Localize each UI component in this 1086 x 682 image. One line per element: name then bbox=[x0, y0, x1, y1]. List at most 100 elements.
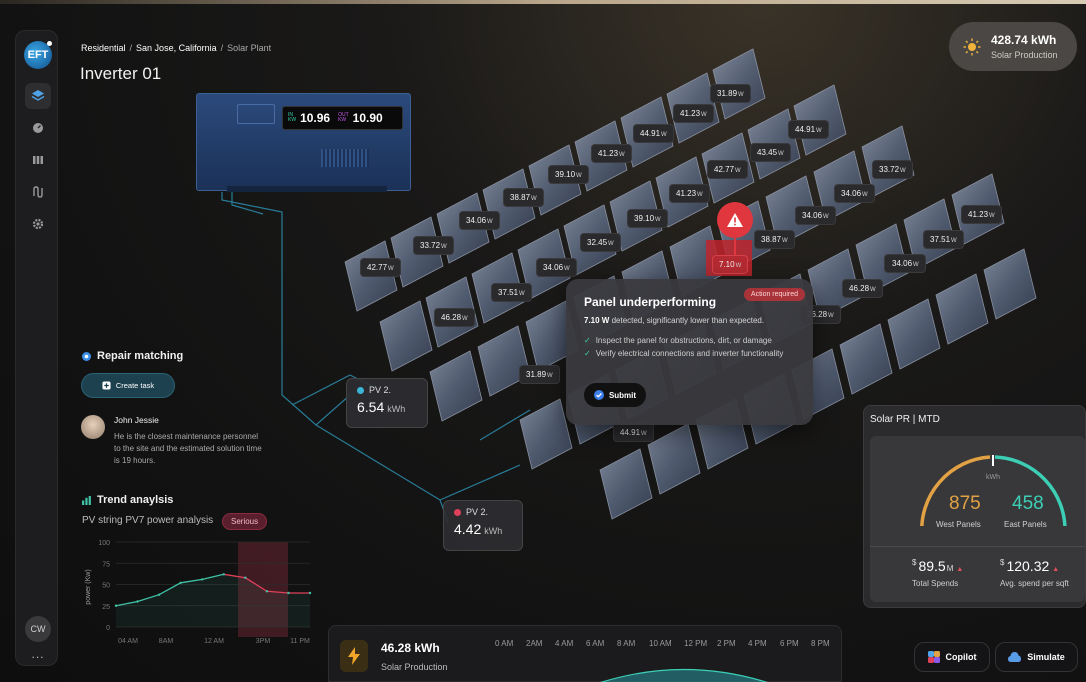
panel-watt-label[interactable]: 34.06W bbox=[795, 206, 836, 225]
x-tick-label: 3PM bbox=[256, 638, 271, 645]
panel-watt-label[interactable]: 34.06W bbox=[536, 258, 577, 277]
pv-value: 6.54 bbox=[357, 399, 385, 415]
panel-watt-label[interactable]: 42.77W bbox=[707, 160, 748, 179]
panel-watt-label[interactable]: 37.51W bbox=[923, 230, 964, 249]
panel-watt-label[interactable]: 37.51W bbox=[491, 283, 532, 302]
panel-watt-label[interactable]: 44.91W bbox=[633, 124, 674, 143]
solar-panel[interactable] bbox=[887, 298, 941, 370]
solar-panel[interactable] bbox=[983, 248, 1037, 320]
serious-badge: Serious bbox=[222, 513, 268, 530]
panel-watt-label[interactable]: 34.06W bbox=[459, 211, 500, 230]
panel-watt-label[interactable]: 33.72W bbox=[872, 160, 913, 179]
check-circle-icon bbox=[593, 390, 604, 400]
hour-tick-label: 6 PM bbox=[780, 639, 799, 648]
pv-string-card[interactable]: PV 2. 4.42 kWh bbox=[443, 500, 523, 551]
technician-avatar bbox=[81, 415, 105, 439]
hour-tick-label: 8 PM bbox=[811, 639, 830, 648]
avg-spend-label: Avg. spend per sqft bbox=[1000, 579, 1069, 588]
submit-button[interactable]: Submit bbox=[584, 383, 646, 407]
x-tick-label: 11 PM bbox=[290, 638, 310, 645]
panel-watt-label[interactable]: 38.87W bbox=[503, 188, 544, 207]
panel-watt-label[interactable]: 41.23W bbox=[591, 144, 632, 163]
panel-watt-label[interactable]: 38.87W bbox=[754, 230, 795, 249]
checklist-item: ✓ Verify electrical connections and inver… bbox=[584, 349, 784, 358]
technician-description: He is the closest maintenance personnel … bbox=[114, 432, 262, 465]
timeline-production-value: 46.28 kWh bbox=[381, 641, 440, 655]
panel-watt-label[interactable]: 46.28W bbox=[434, 308, 475, 327]
faulty-panel-label[interactable]: 7.10W bbox=[712, 255, 749, 274]
trend-line-chart: 100 75 50 25 0 power (Kw) 04 AM 8AM 12 AM 3PM 11 P… bbox=[85, 540, 312, 645]
solar-panel[interactable] bbox=[599, 448, 653, 520]
x-tick-label: 8AM bbox=[159, 638, 174, 645]
west-panels-label: West Panels bbox=[936, 520, 981, 529]
pv-string-card[interactable]: PV 2. 6.54 kWh bbox=[346, 378, 428, 428]
panel-watt-label[interactable]: 39.10W bbox=[548, 165, 589, 184]
hour-tick-label: 10 AM bbox=[649, 639, 672, 648]
copilot-icon bbox=[927, 651, 940, 663]
data-point bbox=[287, 591, 290, 595]
solar-panel[interactable] bbox=[935, 273, 989, 345]
panel-watt-label[interactable]: 43.45W bbox=[750, 143, 791, 162]
hour-tick-label: 6 AM bbox=[586, 639, 605, 648]
inverter-display: IN KW 10.96 OUT KW 10.90 bbox=[282, 106, 403, 130]
panel-watt-label[interactable]: 31.89W bbox=[519, 365, 560, 384]
copilot-label: Copilot bbox=[945, 652, 977, 662]
hour-tick-label: 0 AM bbox=[495, 639, 514, 648]
solar-pr-title: Solar PR | MTD bbox=[870, 414, 940, 425]
solar-panel[interactable] bbox=[477, 325, 531, 397]
data-point bbox=[265, 590, 269, 593]
total-spends-label: Total Spends bbox=[912, 579, 959, 588]
panel-watt-label[interactable]: 31.89W bbox=[710, 84, 751, 103]
x-tick-label: 04 AM bbox=[118, 638, 138, 645]
panel-watt-label[interactable]: 44.91W bbox=[613, 423, 654, 442]
create-task-label: Create task bbox=[115, 381, 155, 390]
panel-watt-label[interactable]: 42.77W bbox=[360, 258, 401, 277]
solar-panel[interactable] bbox=[647, 423, 701, 495]
panel-watt-label[interactable]: 39.10W bbox=[627, 209, 668, 228]
inverter-base bbox=[227, 186, 387, 192]
panel-watt-label[interactable]: 46.28W bbox=[842, 279, 883, 298]
simulate-label: Simulate bbox=[1027, 652, 1065, 662]
warning-marker[interactable] bbox=[717, 202, 753, 238]
in-unit: KW bbox=[288, 117, 297, 123]
total-spends-value: $89.5M ▲ bbox=[912, 558, 964, 574]
inverter-out-value: 10.90 bbox=[352, 111, 383, 125]
hour-tick-label: 4 AM bbox=[555, 639, 574, 648]
panel-watt-label[interactable]: 44.91W bbox=[788, 120, 829, 139]
panel-watt-label[interactable]: 32.45W bbox=[580, 233, 621, 252]
warning-triangle-icon bbox=[727, 213, 743, 227]
hour-tick-label: 4 PM bbox=[748, 639, 767, 648]
create-task-button[interactable]: Create task bbox=[81, 373, 175, 398]
pv-status-dot bbox=[357, 386, 364, 394]
hour-tick-label: 2 PM bbox=[717, 639, 736, 648]
y-tick-label: 25 bbox=[102, 604, 110, 611]
solar-panel[interactable] bbox=[379, 300, 433, 372]
solar-panel[interactable] bbox=[519, 398, 573, 470]
cloud-icon bbox=[1008, 652, 1022, 662]
panel-watt-label[interactable]: 41.23W bbox=[961, 205, 1002, 224]
copilot-button[interactable]: Copilot bbox=[914, 642, 990, 672]
panel-watt-label[interactable]: 34.06W bbox=[884, 254, 926, 273]
solar-pr-body: kWh 875 West Panels 458 East Panels $89.… bbox=[870, 436, 1085, 602]
east-arc bbox=[994, 455, 1067, 526]
x-tick-label: 12 AM bbox=[204, 638, 224, 645]
panel-watt-label[interactable]: 41.23W bbox=[669, 184, 710, 203]
data-point bbox=[244, 576, 247, 579]
y-tick-label: 100 bbox=[98, 540, 110, 547]
repair-matching-heading: Repair matching bbox=[82, 350, 183, 362]
solar-panel[interactable] bbox=[839, 323, 893, 395]
check-icon: ✓ bbox=[584, 349, 591, 358]
hour-tick-label: 2AM bbox=[526, 639, 543, 648]
gauge-unit: kWh bbox=[986, 474, 1000, 481]
data-point bbox=[114, 604, 118, 607]
submit-label: Submit bbox=[608, 390, 637, 400]
panel-watt-label[interactable]: 41.23W bbox=[673, 104, 714, 123]
y-tick-label: 50 bbox=[102, 583, 110, 590]
popup-checklist: ✓ Inspect the panel for obstructions, dir… bbox=[584, 335, 795, 360]
trend-subtitle: PV string PV7 power analysis bbox=[82, 515, 214, 526]
simulate-button[interactable]: Simulate bbox=[995, 642, 1078, 672]
panel-watt-label[interactable]: 34.06W bbox=[834, 184, 875, 203]
panel-watt-label[interactable]: 33.72W bbox=[413, 236, 454, 255]
pv-name: PV 2. bbox=[369, 385, 392, 395]
solar-panel[interactable] bbox=[429, 350, 483, 422]
